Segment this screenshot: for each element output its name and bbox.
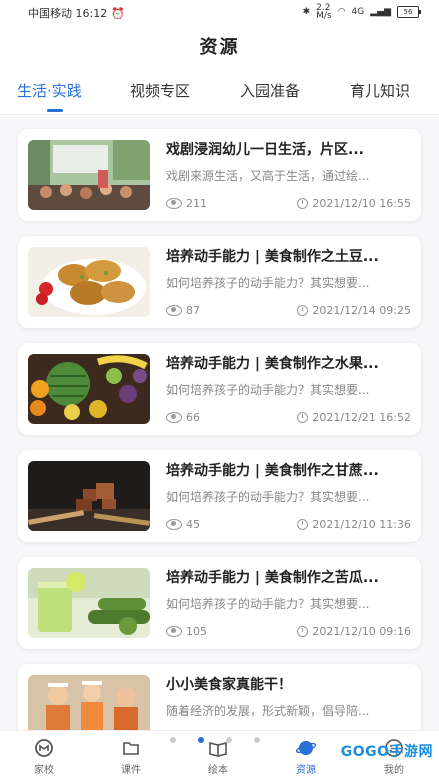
tabbar-label: 课件 — [121, 765, 141, 776]
tab-video-zone[interactable]: 视频专区 — [130, 80, 190, 101]
clock-icon — [297, 412, 309, 423]
article-card[interactable]: 培养动手能力 | 美食制作之苦瓜... 如何培养孩子的动手能力？其实想要... … — [18, 557, 421, 649]
publish-date: 2021/12/10 11:36 — [297, 518, 411, 531]
article-title[interactable]: 戏剧浸润幼儿一日生活，片区... — [166, 139, 410, 159]
potato-pancake-photo — [28, 247, 150, 317]
view-count-value: 105 — [186, 625, 207, 638]
bitter-melon-juice-photo — [28, 568, 150, 638]
carrier-time: 中国移动 16:12 — [28, 7, 108, 20]
kids-cooking-photo — [28, 675, 150, 730]
net-speed: 2.2 M/s — [316, 3, 332, 21]
tabbar-label: 绘本 — [208, 765, 228, 776]
tabbar-item-home-school[interactable]: 家校 — [14, 737, 74, 776]
status-bar: 中国移动 16:12 ⏰ ✱ 2.2 M/s ◠ 4G ▂▄▆ 56 — [0, 0, 439, 24]
clock-icon — [297, 198, 309, 209]
tab-life-practice[interactable]: 生活·实践 — [17, 80, 82, 101]
clock-icon — [297, 626, 309, 637]
bluetooth-icon: ✱ — [302, 7, 311, 17]
publish-date-value: 2021/12/14 09:25 — [312, 304, 411, 317]
status-left: 中国移动 16:12 ⏰ — [28, 5, 125, 21]
view-count: 105 — [166, 625, 207, 638]
publish-date: 2021/12/21 16:52 — [297, 411, 411, 424]
eye-icon — [166, 412, 182, 423]
signal-icon: ▂▄▆ — [370, 7, 391, 17]
article-card[interactable]: 戏剧浸润幼儿一日生活，片区... 戏剧来源生活，又高于生活，通过绘... 211… — [18, 129, 421, 221]
publish-date-value: 2021/12/10 16:55 — [312, 197, 411, 210]
tabbar-label: 家校 — [34, 765, 54, 776]
view-count: 45 — [166, 518, 200, 531]
page-dot — [254, 737, 260, 743]
article-title[interactable]: 培养动手能力 | 美食制作之甘蔗... — [166, 460, 410, 480]
article-list: 戏剧浸润幼儿一日生活，片区... 戏剧来源生活，又高于生活，通过绘... 211… — [0, 116, 439, 730]
classroom-photo — [28, 140, 150, 210]
page-dot — [170, 737, 176, 743]
article-title[interactable]: 培养动手能力 | 美食制作之土豆... — [166, 246, 410, 266]
site-watermark: GOGO手游网 — [340, 744, 433, 760]
active-tab-indicator — [47, 109, 63, 112]
publish-date: 2021/12/10 16:55 — [297, 197, 411, 210]
article-title[interactable]: 小小美食家真能干！ — [166, 674, 410, 694]
view-count: 211 — [166, 197, 207, 210]
publish-date-value: 2021/12/10 09:16 — [312, 625, 411, 638]
article-desc: 如何培养孩子的动手能力？其实想要... — [166, 383, 370, 397]
publish-date: 2021/12/10 09:16 — [297, 625, 411, 638]
school-icon — [35, 739, 53, 757]
eye-icon — [166, 198, 182, 209]
view-count-value: 211 — [186, 197, 207, 210]
article-desc: 戏剧来源生活，又高于生活，通过绘... — [166, 169, 370, 183]
tab-kindergarten-prep[interactable]: 入园准备 — [240, 80, 300, 101]
article-desc: 如何培养孩子的动手能力？其实想要... — [166, 490, 370, 504]
tabbar-label: 资源 — [296, 765, 316, 776]
planet-icon — [295, 741, 317, 755]
tabbar-label: 我的 — [384, 765, 404, 776]
page-title: 资源 — [199, 37, 240, 58]
tab-parenting-knowledge[interactable]: 育儿知识 — [350, 80, 410, 101]
article-desc: 如何培养孩子的动手能力？其实想要... — [166, 597, 370, 611]
battery-icon: 56 — [397, 6, 421, 18]
clock-icon — [297, 519, 309, 530]
publish-date-value: 2021/12/10 11:36 — [312, 518, 411, 531]
book-icon — [209, 741, 227, 757]
article-desc: 随着经济的发展，形式新颖，倡导陪... — [166, 704, 370, 718]
view-count: 87 — [166, 304, 200, 317]
article-title[interactable]: 培养动手能力 | 美食制作之水果... — [166, 353, 410, 373]
status-right: ✱ 2.2 M/s ◠ 4G ▂▄▆ 56 — [302, 3, 421, 21]
eye-icon — [166, 519, 182, 530]
category-tabs: 生活·实践 视频专区 入园准备 育儿知识 — [0, 68, 439, 115]
publish-date-value: 2021/12/21 16:52 — [312, 411, 411, 424]
publish-date: 2021/12/14 09:25 — [297, 304, 411, 317]
article-card[interactable]: 培养动手能力 | 美食制作之土豆... 如何培养孩子的动手能力？其实想要... … — [18, 236, 421, 328]
clock-icon — [297, 305, 309, 316]
alarm-icon: ⏰ — [111, 6, 125, 20]
tabbar-item-picture-book[interactable]: 绘本 — [188, 737, 248, 776]
signal-label: 4G — [351, 7, 365, 17]
view-count-value: 87 — [186, 304, 200, 317]
article-card[interactable]: 培养动手能力 | 美食制作之水果... 如何培养孩子的动手能力？其实想要... … — [18, 343, 421, 435]
article-card[interactable]: 小小美食家真能干！ 随着经济的发展，形式新颖，倡导陪... — [18, 664, 421, 730]
eye-icon — [166, 305, 182, 316]
eye-icon — [166, 626, 182, 637]
article-title[interactable]: 培养动手能力 | 美食制作之苦瓜... — [166, 567, 410, 587]
view-count-value: 45 — [186, 518, 200, 531]
folder-icon — [123, 742, 139, 755]
view-count: 66 — [166, 411, 200, 424]
bottom-tab-bar: 家校 课件 绘本 资源 我的 GOGO手游网 — [0, 730, 439, 781]
sugarcane-photo — [28, 461, 150, 531]
view-count-value: 66 — [186, 411, 200, 424]
fruit-photo — [28, 354, 150, 424]
tabbar-item-courseware[interactable]: 课件 — [101, 737, 161, 776]
article-card[interactable]: 培养动手能力 | 美食制作之甘蔗... 如何培养孩子的动手能力？其实想要... … — [18, 450, 421, 542]
wifi-icon: ◠ — [337, 7, 346, 17]
tabbar-item-resources[interactable]: 资源 — [276, 737, 336, 776]
article-desc: 如何培养孩子的动手能力？其实想要... — [166, 276, 370, 290]
